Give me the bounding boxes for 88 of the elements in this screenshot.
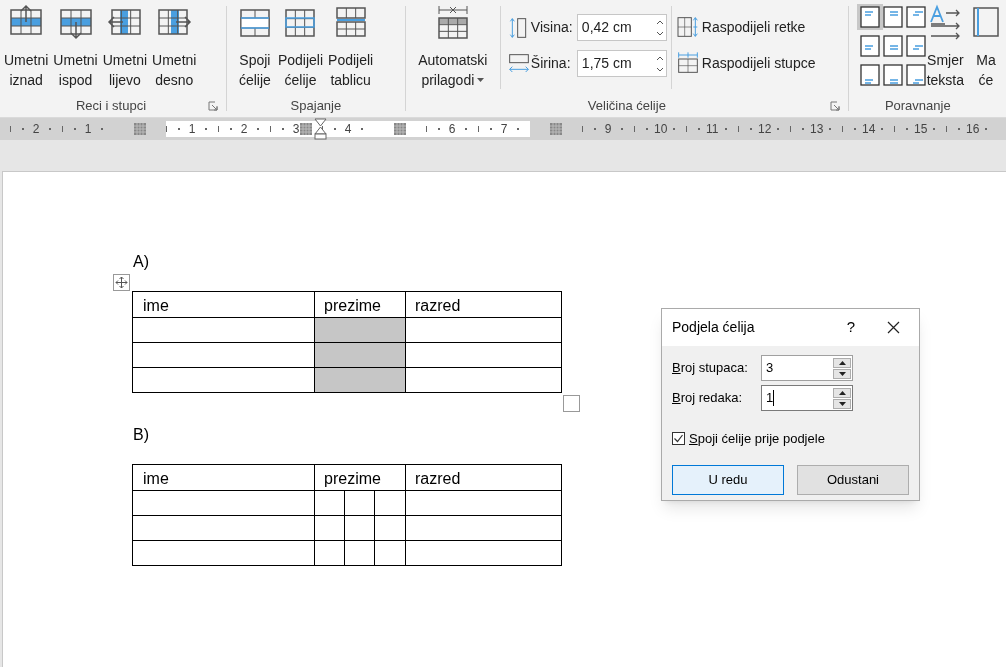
checkbox-label: Spoji ćelije prije podjele: [689, 430, 825, 448]
checkbox[interactable]: [672, 432, 685, 446]
text-align-icon: [906, 64, 927, 86]
ribbon-button[interactable]: Umetni lijevo: [100, 0, 150, 92]
dialog-title: Podjela ćelija: [672, 318, 756, 337]
table-header-cell: razred: [405, 464, 562, 491]
ribbon-button[interactable]: Umetni iznad: [2, 0, 51, 92]
text-align-icon: [906, 35, 927, 57]
field-label: Broj redaka:: [672, 389, 744, 408]
text-align-icon: [859, 6, 880, 28]
group-label: Reci i stupci: [75, 97, 147, 116]
group-label: Poravnanje: [884, 97, 951, 116]
field-label: Širina:: [530, 54, 572, 73]
field-label: Broj stupaca:: [672, 359, 749, 378]
spin-arrows-icon[interactable]: [655, 18, 664, 37]
ribbon-button[interactable]: Automatski prilagodi: [416, 0, 490, 92]
table-header-cell: prezime: [314, 291, 406, 318]
ribbon-button[interactable]: Podijeli tablicu: [326, 0, 376, 92]
table-label: A): [132, 252, 149, 272]
table-label: B): [132, 425, 149, 445]
spin-field[interactable]: 0,42 cm: [576, 14, 667, 41]
ribbon-button[interactable]: Podijeli ćelije: [275, 0, 326, 92]
ruler-number: 16: [966, 123, 978, 135]
text-align-icon: [883, 35, 904, 57]
ruler-marker-icon[interactable]: [550, 123, 562, 135]
text-align-icon: [859, 35, 880, 57]
spin-arrows-icon[interactable]: [655, 54, 664, 73]
dialog-launcher-icon[interactable]: [829, 101, 840, 112]
spin-up-button[interactable]: [833, 357, 851, 368]
help-button[interactable]: ?: [831, 316, 871, 339]
ruler-number: 1: [83, 123, 93, 135]
dialog-button[interactable]: U redu: [672, 464, 784, 495]
ribbon-button[interactable]: Smjer teksta: [924, 0, 966, 92]
ruler-number: 3: [291, 123, 301, 135]
ribbon-button[interactable]: Umetni ispod: [51, 0, 100, 92]
spin-field[interactable]: 3: [761, 355, 853, 381]
ribbon-button[interactable]: Spoji ćelije: [234, 0, 275, 92]
ruler-number: 12: [758, 123, 770, 135]
resize-handle[interactable]: [563, 395, 580, 412]
field-label: Visina:: [530, 18, 574, 37]
spin-field[interactable]: 1: [761, 385, 853, 411]
distribute-columns-icon: [675, 51, 700, 75]
close-icon: [886, 321, 900, 334]
ruler-number: 10: [654, 123, 666, 135]
caret-icon: [477, 78, 485, 82]
ruler-marker-icon[interactable]: [300, 123, 312, 135]
table-header-cell: ime: [132, 464, 315, 491]
ruler-number: 6: [447, 123, 457, 135]
distribute-button[interactable]: Raspodijeli retke: [675, 15, 816, 39]
align-button[interactable]: [856, 4, 883, 30]
spin-field[interactable]: 1,75 cm: [576, 50, 667, 77]
group-label: Veličina ćelije: [587, 97, 666, 116]
group-label: Spajanje: [290, 97, 342, 116]
ruler-number: 2: [31, 123, 41, 135]
table-header-cell: ime: [132, 291, 315, 318]
up-arrow-icon: [838, 360, 846, 365]
distribute-button[interactable]: Raspodijeli stupce: [675, 51, 816, 75]
spin-down-button[interactable]: [833, 368, 851, 379]
indent-marker-icon[interactable]: [314, 118, 327, 140]
ruler-number: 11: [706, 123, 718, 135]
dialog-launcher-icon[interactable]: [208, 101, 218, 112]
up-arrow-icon: [838, 390, 846, 395]
table-header-cell: razred: [405, 291, 562, 318]
ruler-number: 13: [810, 123, 822, 135]
text-align-icon: [883, 6, 904, 28]
ruler-number: 9: [603, 123, 613, 135]
text-align-icon: [906, 6, 927, 28]
spin-down-button[interactable]: [833, 398, 851, 409]
text-align-icon: [859, 64, 880, 86]
ruler-number: 4: [343, 123, 353, 135]
down-arrow-icon: [838, 371, 846, 376]
ruler-number: 14: [862, 123, 874, 135]
ruler-number: 15: [914, 123, 926, 135]
ruler-number: 2: [239, 123, 249, 135]
ruler-number: 7: [499, 123, 509, 135]
move-handle-icon[interactable]: [113, 274, 130, 291]
dialog-button[interactable]: Odustani: [797, 464, 909, 495]
distribute-rows-icon: [675, 15, 700, 39]
spin-up-button[interactable]: [833, 387, 851, 398]
text-align-icon: [883, 64, 904, 86]
text-cursor: [773, 390, 775, 406]
ruler-marker-icon[interactable]: [134, 123, 146, 135]
ribbon-button[interactable]: Umetni desno: [150, 0, 199, 92]
table-header-cell: prezime: [314, 464, 406, 491]
ruler-number: 1: [187, 123, 197, 135]
ribbon-button[interactable]: Ma će: [966, 0, 1006, 92]
down-arrow-icon: [838, 401, 846, 406]
ruler-marker-icon[interactable]: [394, 123, 406, 135]
